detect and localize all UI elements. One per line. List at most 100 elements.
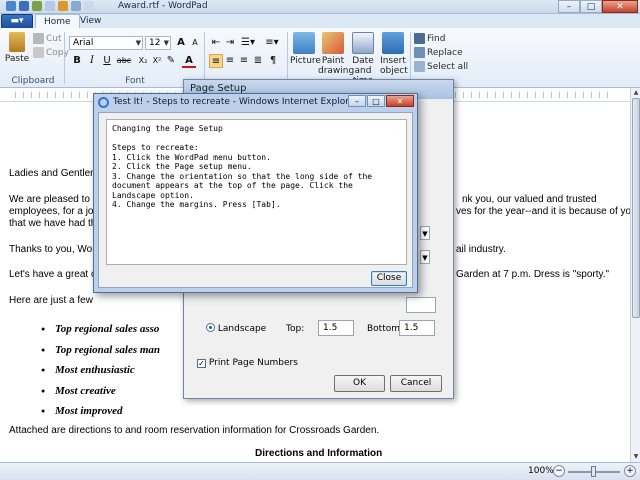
copy-icon bbox=[33, 47, 44, 58]
print-page-numbers-option[interactable]: ✓ Print Page Numbers bbox=[197, 358, 298, 368]
line-spacing-button[interactable]: ≡▾ bbox=[262, 36, 282, 50]
customize-toolbar-icon[interactable] bbox=[84, 1, 94, 11]
select-all-button[interactable]: Select all bbox=[414, 61, 468, 72]
ie-content: Changing the Page Setup Steps to recreat… bbox=[98, 112, 413, 288]
doc-attached-paragraph: Attached are directions to and room rese… bbox=[9, 425, 380, 436]
paint-drawing-button[interactable]: Paint drawing bbox=[318, 32, 354, 76]
maximize-button[interactable]: □ bbox=[580, 0, 602, 13]
doc-paragraph-3b: Garden at 7 p.m. Dress is "sporty." bbox=[456, 269, 610, 280]
print-icon[interactable] bbox=[58, 1, 68, 11]
replace-button[interactable]: Replace bbox=[414, 47, 463, 58]
test-it-window: Test It! - Steps to recreate - Windows I… bbox=[93, 93, 418, 293]
bottom-margin-field[interactable]: 1.5 bbox=[399, 320, 435, 336]
print-page-numbers-checkbox[interactable]: ✓ bbox=[197, 359, 206, 368]
tab-view[interactable]: View bbox=[72, 14, 109, 28]
cut-button[interactable]: Cut bbox=[33, 33, 62, 44]
close-button[interactable]: ✕ bbox=[602, 0, 638, 13]
binoculars-icon bbox=[414, 33, 425, 44]
calendar-icon bbox=[352, 32, 374, 54]
insert-object-button[interactable]: Insert object bbox=[380, 32, 408, 76]
minimize-button[interactable]: – bbox=[558, 0, 580, 13]
align-left-icon: ≡ bbox=[211, 56, 221, 67]
list-item: Most enthusiastic bbox=[41, 364, 135, 376]
grow-font-button[interactable]: A bbox=[174, 36, 188, 50]
cancel-button[interactable]: Cancel bbox=[390, 375, 442, 392]
close-steps-button[interactable]: Close bbox=[371, 271, 407, 286]
scrollbar-thumb[interactable] bbox=[632, 98, 640, 318]
date-time-button[interactable]: Date andtime bbox=[347, 32, 379, 86]
redo-icon[interactable] bbox=[45, 1, 55, 11]
increase-indent-button[interactable]: ⇥ bbox=[223, 36, 237, 50]
find-button[interactable]: Find bbox=[414, 33, 445, 44]
paragraph-icon: ¶ bbox=[269, 55, 277, 66]
maximize-button[interactable]: □ bbox=[367, 95, 385, 107]
doc-paragraph-1-line-2a: employees, for a job bbox=[9, 206, 100, 217]
doc-heading: Directions and Information bbox=[255, 448, 383, 459]
wordpad-menu-button[interactable]: ▬▾ bbox=[1, 14, 33, 29]
italic-button[interactable]: I bbox=[85, 54, 99, 68]
vertical-scrollbar[interactable]: ▲ ▼ bbox=[630, 88, 640, 462]
ie-title-bar: Test It! - Steps to recreate - Windows I… bbox=[94, 94, 417, 111]
close-button[interactable]: ✕ bbox=[386, 95, 414, 107]
paper-size-dropdown[interactable]: ▼ bbox=[420, 226, 435, 242]
picture-icon bbox=[293, 32, 315, 54]
steps-text[interactable]: Changing the Page Setup Steps to recreat… bbox=[106, 119, 407, 265]
highlight-button[interactable]: ✎ bbox=[164, 54, 178, 68]
ie-window-controls: – □ ✕ bbox=[348, 95, 414, 107]
superscript-button[interactable]: X² bbox=[150, 54, 164, 68]
title-bar: Award.rtf - WordPad – □ ✕ bbox=[0, 0, 640, 14]
zoom-slider-handle[interactable] bbox=[591, 466, 596, 477]
save-icon[interactable] bbox=[19, 1, 29, 11]
replace-icon bbox=[414, 47, 425, 58]
zoom-out-button[interactable]: − bbox=[553, 465, 565, 477]
align-right-icon: ≡ bbox=[239, 55, 249, 66]
doc-paragraph-1-line-3: that we have had thi bbox=[9, 218, 99, 229]
underline-button[interactable]: U bbox=[100, 54, 114, 68]
scissors-icon bbox=[33, 33, 44, 44]
ribbon-separator bbox=[410, 32, 411, 84]
paint-palette-icon bbox=[322, 32, 344, 54]
bullet-list-button[interactable]: ☰▾ bbox=[238, 36, 258, 50]
outdent-icon: ⇤ bbox=[211, 37, 221, 48]
shrink-font-button[interactable]: A bbox=[188, 36, 202, 50]
doc-paragraph-4: Here are just a few bbox=[9, 295, 93, 306]
insert-picture-button[interactable]: Picture bbox=[290, 32, 321, 66]
ribbon-separator bbox=[204, 32, 205, 84]
scroll-up-icon[interactable]: ▲ bbox=[631, 88, 640, 98]
bold-button[interactable]: B bbox=[70, 54, 84, 68]
scroll-down-icon[interactable]: ▼ bbox=[631, 452, 640, 462]
doc-paragraph-1-line-1a: We are pleased to bbox=[9, 194, 90, 205]
subscript-button[interactable]: X₂ bbox=[136, 54, 150, 68]
margin-right-field[interactable] bbox=[406, 297, 436, 313]
landscape-option[interactable]: Landscape bbox=[206, 323, 266, 334]
zoom-in-button[interactable]: + bbox=[624, 465, 636, 477]
font-group-label: Font bbox=[125, 76, 145, 86]
list-item: Most improved bbox=[41, 405, 122, 417]
landscape-radio[interactable] bbox=[206, 323, 215, 332]
align-center-button[interactable]: ≡ bbox=[223, 54, 237, 68]
font-size-select[interactable]: 12 ▼ bbox=[145, 36, 171, 50]
list-item: Top regional sales man bbox=[41, 344, 160, 356]
minimize-button[interactable]: – bbox=[348, 95, 366, 107]
chevron-down-icon: ▼ bbox=[163, 39, 169, 47]
paper-source-dropdown[interactable]: ▼ bbox=[420, 250, 435, 266]
print-preview-icon[interactable] bbox=[71, 1, 81, 11]
font-color-button[interactable]: A bbox=[182, 54, 196, 68]
top-margin-label: Top: bbox=[286, 324, 305, 334]
decrease-indent-button[interactable]: ⇤ bbox=[209, 36, 223, 50]
top-margin-field[interactable]: 1.5 bbox=[318, 320, 354, 336]
strikethrough-button[interactable]: abc bbox=[115, 54, 133, 68]
doc-greeting: Ladies and Gentlem bbox=[9, 168, 99, 179]
undo-icon[interactable] bbox=[32, 1, 42, 11]
chevron-down-icon: ▼ bbox=[135, 39, 141, 47]
font-family-select[interactable]: Arial ▼ bbox=[69, 36, 143, 50]
align-left-button[interactable]: ≡ bbox=[209, 54, 223, 68]
internet-explorer-icon bbox=[98, 97, 109, 108]
paragraph-button[interactable]: ¶ bbox=[266, 54, 280, 68]
align-right-button[interactable]: ≡ bbox=[237, 54, 251, 68]
ribbon-separator bbox=[287, 32, 288, 84]
justify-button[interactable]: ≣ bbox=[251, 54, 265, 68]
list-item: Most creative bbox=[41, 385, 116, 397]
paste-button[interactable]: Paste bbox=[4, 32, 30, 64]
ok-button[interactable]: OK bbox=[334, 375, 385, 392]
